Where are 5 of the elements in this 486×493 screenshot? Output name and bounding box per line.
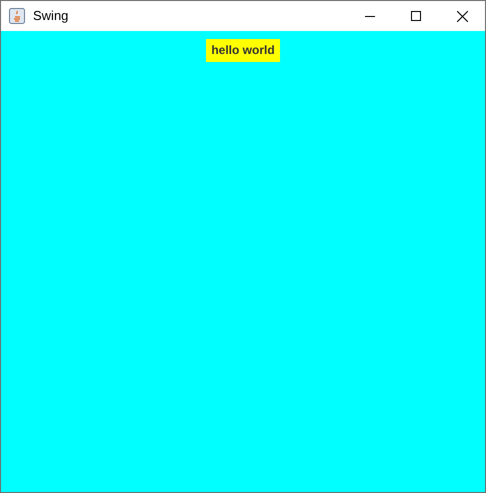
hello-label: hello world bbox=[206, 39, 280, 62]
maximize-icon bbox=[411, 11, 421, 21]
app-icon bbox=[9, 8, 25, 24]
close-icon bbox=[456, 10, 468, 22]
window-title: Swing bbox=[33, 7, 68, 26]
